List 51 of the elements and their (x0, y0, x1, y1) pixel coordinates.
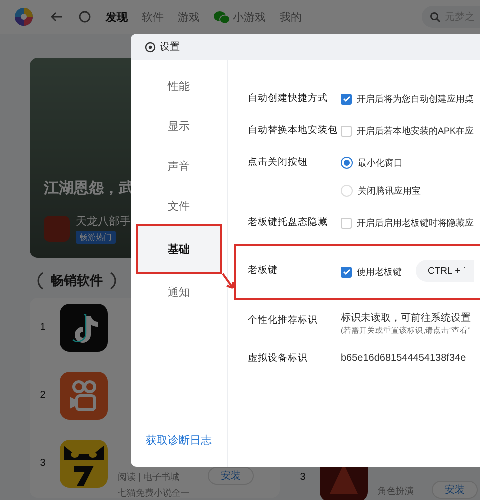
device-id-text: b65e16d681544454138f34e (341, 352, 466, 366)
dialog-title: 设置 (160, 40, 180, 54)
nav-tab[interactable]: 发现 (106, 10, 128, 24)
setting-label: 老板键 (248, 264, 279, 278)
annotation-arrow (221, 272, 237, 292)
app-category: 阅读 | 电子书城 (118, 471, 180, 484)
cat-app-icon (60, 440, 108, 488)
diagnostic-log-link[interactable]: 获取诊断日志 (138, 432, 220, 449)
setting-label: 点击关闭按钮 (248, 156, 309, 170)
setting-label: 自动替换本地安装包 (248, 124, 339, 138)
settings-nav-item[interactable]: 声音 (138, 146, 220, 186)
checkbox-option[interactable]: 使用老板键 (341, 263, 402, 281)
rank-number: 1 (39, 321, 47, 333)
settings-nav-item[interactable]: 通知 (138, 272, 220, 312)
radio-button[interactable] (341, 157, 353, 169)
radio-option[interactable]: 关闭腾讯应用宝 (341, 182, 421, 200)
checkbox-option[interactable]: 开启后将为您自动创建应用桌 (341, 90, 474, 108)
setting-label: 个性化推荐标识 (248, 314, 319, 328)
settings-icon (145, 42, 156, 52)
checkbox[interactable] (341, 126, 352, 136)
game-icon (44, 216, 70, 242)
checkbox[interactable] (341, 94, 352, 104)
hotkey-field[interactable]: CTRL + ` (416, 260, 474, 282)
rank-number: 3 (299, 471, 307, 483)
camera-app-icon (60, 372, 108, 420)
setting-label: 老板键托盘态隐藏 (248, 216, 329, 230)
settings-nav-item[interactable]: 基础 (138, 226, 220, 272)
section-title: 畅销软件 (51, 272, 103, 290)
music-note-app-icon (60, 304, 108, 352)
setting-label: 自动创建快捷方式 (248, 92, 329, 106)
rank-number: 2 (39, 389, 47, 401)
checkbox-option[interactable]: 开启后若本地安装的APK在应 (341, 122, 474, 140)
checkbox-option[interactable]: 开启后启用老板键时将隐藏应 (341, 214, 474, 232)
radio-option[interactable]: 最小化窗口 (341, 154, 421, 172)
refresh-icon[interactable] (78, 10, 92, 24)
game-title: 天龙八部手 (76, 214, 131, 229)
app-logo-icon[interactable] (14, 7, 34, 27)
checkbox[interactable] (341, 218, 352, 228)
laurel-icon (35, 272, 45, 290)
rank-number: 3 (39, 457, 47, 469)
settings-nav-item[interactable]: 性能 (138, 66, 220, 106)
search-icon (430, 12, 441, 22)
checkbox[interactable] (341, 266, 352, 278)
tag-badge: 畅游热门 (76, 231, 116, 244)
wechat-icon (214, 10, 230, 24)
back-arrow-icon[interactable] (50, 10, 64, 24)
laurel-icon (109, 272, 119, 290)
status-text: 标识未读取，可前往系统设置 (341, 312, 471, 326)
setting-label: 虚拟设备标识 (248, 352, 309, 366)
settings-nav-item[interactable]: 文件 (138, 186, 220, 226)
settings-nav-item[interactable]: 显示 (138, 106, 220, 146)
